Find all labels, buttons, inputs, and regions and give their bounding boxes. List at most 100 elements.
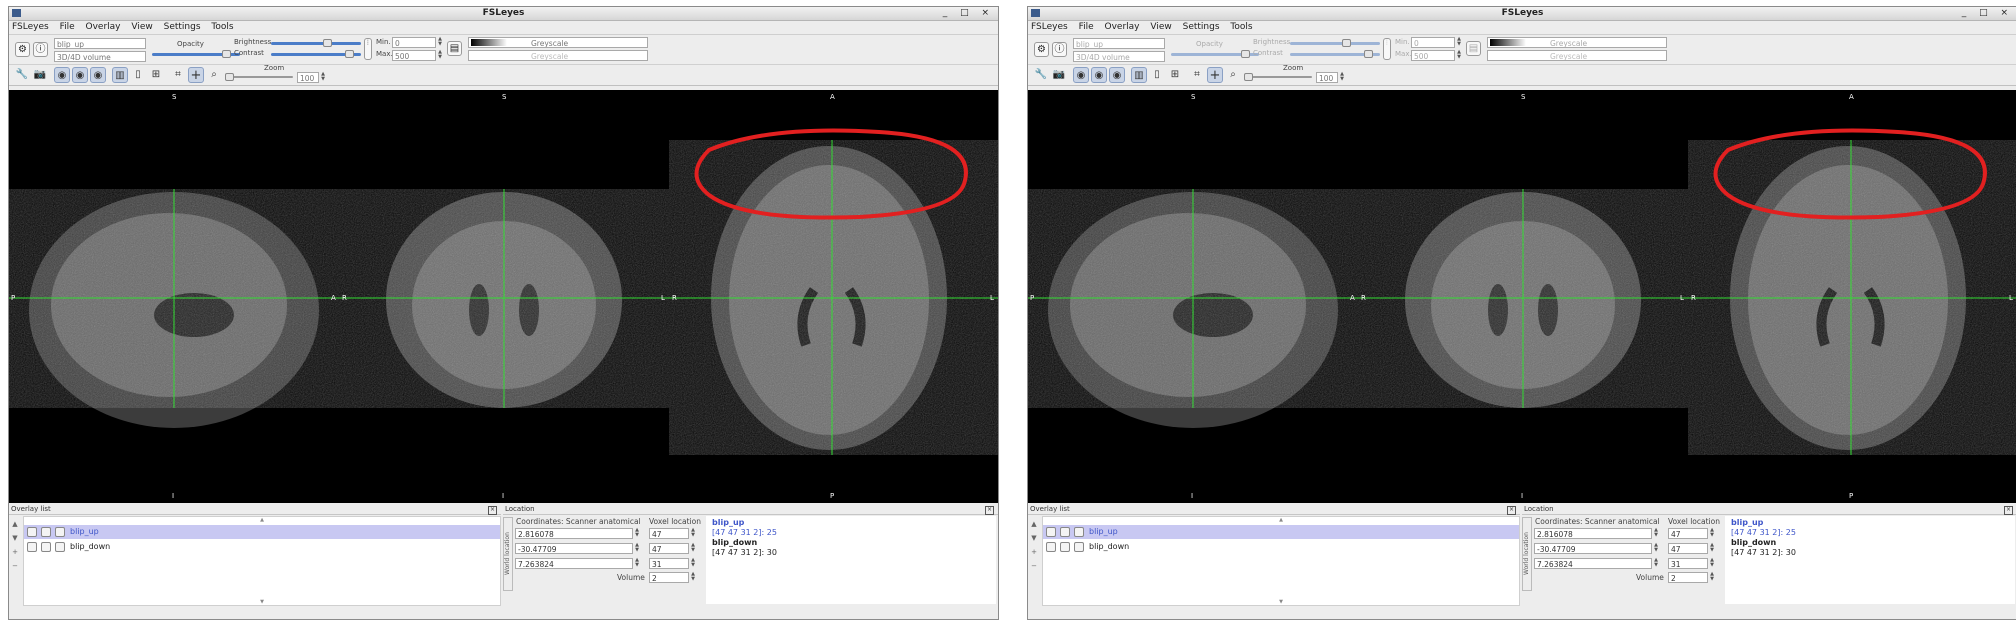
zoom-slider[interactable] [1244,73,1312,81]
close-icon[interactable]: × [488,506,497,515]
lock-icon[interactable] [27,527,37,537]
eye-icon[interactable] [55,542,65,552]
brain-views[interactable] [9,90,998,503]
volume-spin[interactable]: ▲ ▼ [690,572,696,583]
world-location-tab[interactable]: World location [503,517,513,591]
wrench-icon[interactable]: 🔧 [14,67,30,83]
title-bar[interactable]: FSLeyes _ □ × [9,7,998,21]
reset-zoom-icon[interactable]: ⌗ [170,67,186,83]
camera-icon[interactable]: 📷 [32,67,48,83]
volume-field[interactable]: 2 [1668,572,1708,583]
max-spin[interactable]: ▲ ▼ [437,50,443,61]
lock-icon[interactable] [1046,542,1056,552]
voxel-y-field[interactable]: 47 [649,543,689,554]
move-up-icon[interactable]: ▲ [1030,517,1038,531]
menu-fsleyes[interactable]: FSLeyes [1031,22,1068,32]
menu-view[interactable]: View [131,22,152,32]
scroll-down-icon[interactable]: ▼ [1043,599,1519,605]
world-x-field[interactable]: 2.816078 [1534,528,1652,539]
zoom-slider[interactable] [225,73,293,81]
axial-toggle-icon[interactable]: ◉ [90,67,106,83]
lock-icon[interactable] [1046,527,1056,537]
zoom-spin[interactable]: ▲ ▼ [320,72,326,83]
brain-views[interactable] [1028,90,2016,503]
min-field[interactable]: 0 [1411,37,1455,48]
brightness-slider-handle[interactable] [1342,39,1351,47]
voxel-z-field[interactable]: 31 [1668,558,1708,569]
move-up-icon[interactable]: ▲ [11,517,19,531]
coronal-toggle-icon[interactable]: ◉ [1091,67,1107,83]
link-icon[interactable] [1060,527,1070,537]
menu-settings[interactable]: Settings [1183,22,1220,32]
overlay-name-field[interactable]: blip_up [1073,38,1165,49]
opacity-slider-handle[interactable] [222,50,231,58]
zoom-slider-handle[interactable] [1244,73,1253,81]
horizontal-layout-icon[interactable]: ▥ [112,67,128,83]
menu-tools[interactable]: Tools [211,22,233,32]
wrench-icon[interactable]: 🔧 [1033,67,1049,83]
menu-view[interactable]: View [1150,22,1171,32]
overlay-name-field[interactable]: blip_up [54,38,146,49]
gear-icon[interactable]: ⚙ [1034,42,1049,57]
eye-icon[interactable] [1074,542,1084,552]
opacity-slider[interactable] [1171,50,1259,58]
overlay-list-item[interactable]: blip_down [24,540,500,554]
voxel-y-field[interactable]: 47 [1668,543,1708,554]
colourmap-icon[interactable]: ▤ [447,41,462,56]
menu-file[interactable]: File [60,22,75,32]
vertical-layout-icon[interactable]: ▯ [1149,67,1165,83]
menu-tools[interactable]: Tools [1230,22,1252,32]
world-y-field[interactable]: -30.47709 [515,543,633,554]
volume-field[interactable]: 2 [649,572,689,583]
world-y-field[interactable]: -30.47709 [1534,543,1652,554]
menu-overlay[interactable]: Overlay [86,22,121,32]
world-y-spin[interactable]: ▲ ▼ [1653,543,1659,554]
voxel-x-spin[interactable]: ▲ ▼ [690,528,696,539]
colourmap-icon[interactable]: ▤ [1466,41,1481,56]
eye-icon[interactable] [1074,527,1084,537]
negative-colourmap-select[interactable]: Greyscale [468,50,648,61]
world-x-spin[interactable]: ▲ ▼ [634,528,640,539]
axial-toggle-icon[interactable]: ◉ [1109,67,1125,83]
reset-zoom-icon[interactable]: ⌗ [1189,67,1205,83]
link-icon[interactable] [41,527,51,537]
contrast-slider[interactable] [1290,50,1380,58]
overlay-type-select[interactable]: 3D/4D volume [1073,51,1165,62]
sagittal-toggle-icon[interactable]: ◉ [1073,67,1089,83]
grid-layout-icon[interactable]: ⊞ [148,67,164,83]
contrast-slider-handle[interactable] [1364,50,1373,58]
min-spin[interactable]: ▲ ▼ [437,37,443,48]
min-spin[interactable]: ▲ ▼ [1456,37,1462,48]
max-spin[interactable]: ▲ ▼ [1456,50,1462,61]
negative-colourmap-select[interactable]: Greyscale [1487,50,1667,61]
horizontal-layout-icon[interactable]: ▥ [1131,67,1147,83]
link-range-toggle[interactable]: ⋮ [1383,38,1391,60]
info-icon[interactable]: ⓘ [33,42,48,57]
crosshair-toggle-icon[interactable]: + [1207,67,1223,83]
eye-icon[interactable] [55,527,65,537]
voxel-z-field[interactable]: 31 [649,558,689,569]
brightness-slider[interactable] [271,39,361,47]
voxel-z-spin[interactable]: ▲ ▼ [1709,558,1715,569]
camera-icon[interactable]: 📷 [1051,67,1067,83]
link-icon[interactable] [1060,542,1070,552]
world-x-spin[interactable]: ▲ ▼ [1653,528,1659,539]
world-z-spin[interactable]: ▲ ▼ [1653,558,1659,569]
zoom-icon[interactable]: ⌕ [206,67,222,83]
move-down-icon[interactable]: ▼ [11,531,19,545]
move-down-icon[interactable]: ▼ [1030,531,1038,545]
zoom-spin[interactable]: ▲ ▼ [1339,72,1345,83]
zoom-field[interactable]: 100 [297,72,319,83]
contrast-slider[interactable] [271,50,361,58]
close-icon[interactable]: × [2004,506,2013,515]
voxel-x-field[interactable]: 47 [649,528,689,539]
voxel-y-spin[interactable]: ▲ ▼ [1709,543,1715,554]
remove-overlay-icon[interactable]: − [1030,559,1038,573]
max-field[interactable]: 500 [1411,50,1455,61]
scroll-up-icon[interactable]: ▲ [1043,517,1519,523]
world-z-spin[interactable]: ▲ ▼ [634,558,640,569]
menu-fsleyes[interactable]: FSLeyes [12,22,49,32]
opacity-slider-handle[interactable] [1241,50,1250,58]
menu-settings[interactable]: Settings [164,22,201,32]
remove-overlay-icon[interactable]: − [11,559,19,573]
